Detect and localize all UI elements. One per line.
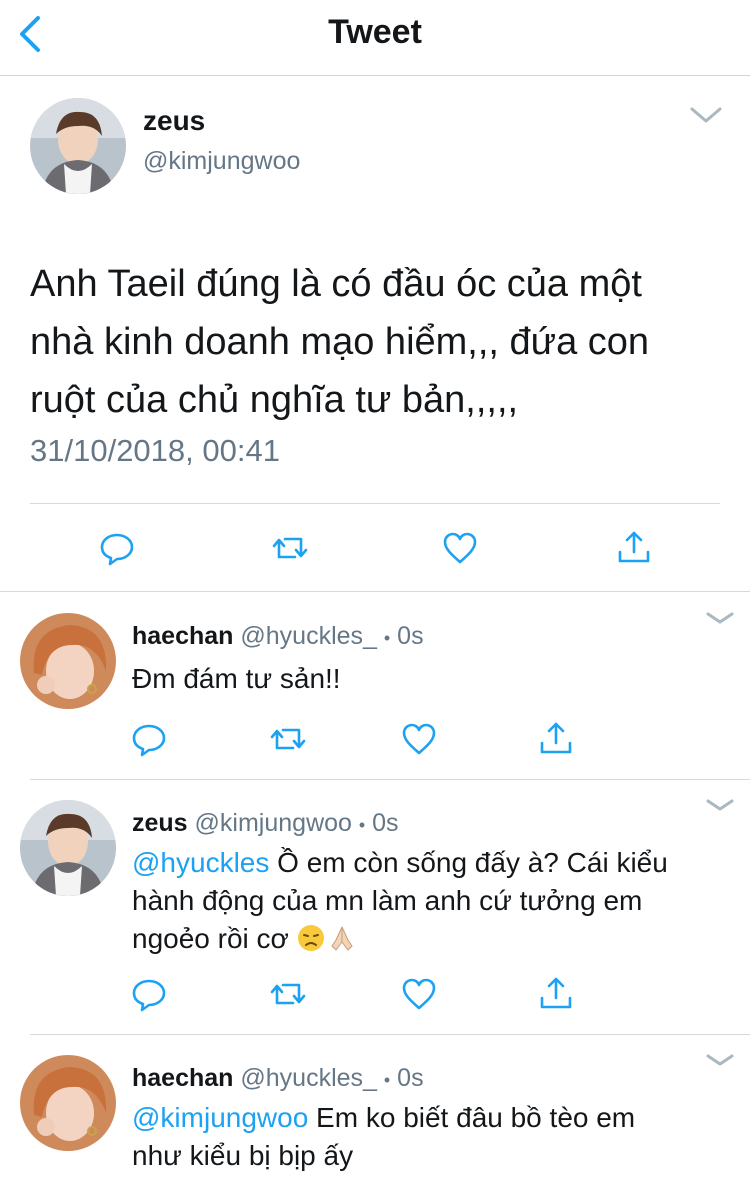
tweet-text-line: Anh Taeil đúng là có đầu óc của một: [30, 263, 642, 305]
like-icon: [443, 532, 477, 564]
reply-text: @hyuckles Ồ em còn sống đấy à? Cái kiểu …: [132, 844, 742, 958]
reply-text-line: ngoẻo rồi cơ: [132, 920, 742, 958]
reply-author-handle[interactable]: @hyuckles_: [240, 622, 377, 650]
reply-button[interactable]: [129, 719, 169, 759]
tweet-text: Anh Taeil đúng là có đầu óc của một nhà …: [30, 255, 730, 429]
like-button[interactable]: [440, 528, 480, 568]
reply-text-line: Đm đám tư sản!!: [132, 663, 341, 694]
reply-icon: [100, 533, 134, 566]
reply-text-line: @kimjungwoo Em ko biết đâu bồ tèo em: [132, 1102, 636, 1133]
page-title: Tweet: [328, 13, 422, 51]
meta-separator: •: [383, 628, 391, 648]
share-button[interactable]: [536, 974, 576, 1014]
tweet-text-line: nhà kinh doanh mạo hiểm,,, đứa con: [30, 321, 650, 363]
divider: [30, 1034, 750, 1035]
disappointed-emoji-icon: [297, 924, 325, 952]
like-button[interactable]: [399, 719, 439, 759]
author-handle[interactable]: @kimjungwoo: [143, 144, 300, 178]
avatar[interactable]: [20, 613, 116, 709]
tweet-options-button[interactable]: [688, 103, 724, 127]
reply-header: zeus @kimjungwoo • 0s: [132, 807, 399, 841]
retweet-icon: [270, 728, 306, 750]
tweet-text-line: ruột của chủ nghĩa tư bản,,,,,: [30, 379, 519, 421]
reply-options-button[interactable]: [704, 795, 736, 815]
share-icon: [618, 531, 650, 563]
reply-author-handle[interactable]: @kimjungwoo: [195, 809, 352, 837]
share-button[interactable]: [614, 528, 654, 568]
reply-text: @kimjungwoo Em ko biết đâu bồ tèo em như…: [132, 1099, 742, 1175]
reply-icon: [132, 724, 166, 757]
retweet-icon: [272, 537, 308, 559]
divider: [30, 779, 750, 780]
reply-text: Đm đám tư sản!!: [132, 660, 732, 698]
meta-separator: •: [358, 815, 366, 835]
like-button[interactable]: [399, 974, 439, 1014]
reply-time: 0s: [397, 622, 424, 650]
reply-button[interactable]: [129, 974, 169, 1014]
share-icon: [540, 977, 572, 1009]
reply-header: haechan @hyuckles_ • 0s: [132, 620, 424, 654]
share-icon: [540, 722, 572, 754]
mention-link[interactable]: @hyuckles: [132, 847, 269, 878]
reply-author-name[interactable]: haechan: [132, 622, 233, 650]
tweet-timestamp: 31/10/2018, 00:41: [30, 433, 280, 468]
chevron-down-icon: [706, 799, 734, 811]
retweet-button[interactable]: [270, 528, 310, 568]
share-button[interactable]: [536, 719, 576, 759]
chevron-down-icon: [706, 1054, 734, 1066]
reply-options-button[interactable]: [704, 1050, 736, 1070]
reply-time: 0s: [372, 809, 399, 837]
meta-separator: •: [383, 1070, 391, 1090]
reply-time: 0s: [397, 1064, 424, 1092]
chevron-down-icon: [706, 612, 734, 624]
reply-text-line: như kiểu bị bịp ấy: [132, 1140, 354, 1171]
reply-author-name[interactable]: zeus: [132, 809, 188, 837]
reply-author-handle[interactable]: @hyuckles_: [240, 1064, 377, 1092]
reply-options-button[interactable]: [704, 608, 736, 628]
like-icon: [402, 978, 436, 1010]
avatar[interactable]: [20, 800, 116, 896]
reply-header: haechan @hyuckles_ • 0s: [132, 1062, 424, 1096]
reply-icon: [132, 979, 166, 1012]
retweet-icon: [270, 983, 306, 1005]
chevron-down-icon: [690, 107, 722, 123]
avatar[interactable]: [30, 98, 126, 194]
mention-link[interactable]: @kimjungwoo: [132, 1102, 308, 1133]
avatar[interactable]: [20, 1055, 116, 1151]
retweet-button[interactable]: [268, 719, 308, 759]
praying-hands-emoji-icon: [327, 924, 357, 952]
reply-text-line: hành động của mn làm anh cứ tưởng em: [132, 885, 643, 916]
retweet-button[interactable]: [268, 974, 308, 1014]
divider: [30, 503, 720, 504]
reply-author-name[interactable]: haechan: [132, 1064, 233, 1092]
reply-button[interactable]: [97, 528, 137, 568]
divider: [0, 591, 750, 592]
like-icon: [402, 723, 436, 755]
author-name[interactable]: zeus: [143, 103, 205, 139]
reply-text-line: @hyuckles Ồ em còn sống đấy à? Cái kiểu: [132, 847, 668, 878]
